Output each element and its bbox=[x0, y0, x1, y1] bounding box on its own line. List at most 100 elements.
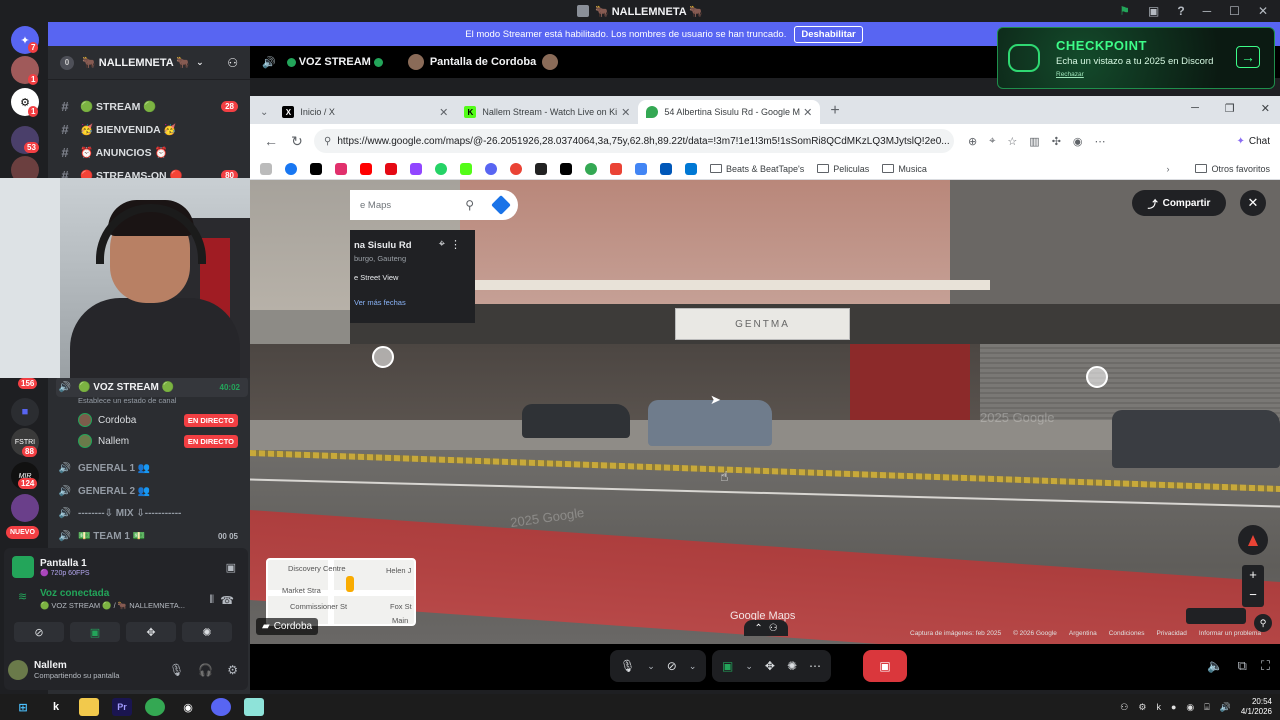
extension-icon[interactable]: ▥ bbox=[1029, 135, 1039, 148]
kick-icon[interactable] bbox=[460, 162, 472, 175]
tab-x[interactable]: X Inicio / X ✕ bbox=[274, 100, 456, 124]
x-icon[interactable] bbox=[310, 162, 322, 175]
mini-map[interactable]: Discovery Centre Market Stra Commissione… bbox=[266, 558, 416, 626]
bookmark-icon[interactable] bbox=[510, 162, 522, 175]
voice-channel-voz-stream[interactable]: 🔊 🟢 VOZ STREAM 🟢 40:02 bbox=[56, 377, 248, 397]
chevron-down-icon[interactable]: ⌄ bbox=[647, 661, 655, 672]
close-icon[interactable]: ✕ bbox=[1240, 190, 1266, 216]
chrome-icon[interactable] bbox=[145, 698, 165, 716]
bookmark-icon[interactable] bbox=[660, 162, 672, 175]
translate-icon[interactable] bbox=[635, 162, 647, 175]
inbox-icon[interactable]: ▣ bbox=[1148, 4, 1159, 18]
footer-item[interactable]: Informar un problema bbox=[1199, 630, 1261, 637]
bookmark-folder[interactable]: Peliculas bbox=[817, 164, 869, 174]
chevron-down-icon[interactable]: ⌄ bbox=[745, 661, 753, 672]
minimize-icon[interactable]: ─ bbox=[1203, 4, 1212, 18]
whatsapp-icon[interactable] bbox=[435, 162, 447, 175]
close-tab-icon[interactable]: ✕ bbox=[621, 106, 630, 119]
premiere-icon[interactable]: Pr bbox=[112, 698, 132, 716]
restore-icon[interactable]: ❐ bbox=[1225, 102, 1235, 115]
pegman-icon[interactable] bbox=[346, 576, 354, 592]
more-dates-link[interactable]: Ver más fechas bbox=[354, 298, 475, 307]
voice-channel-general-1[interactable]: 🔊 GENERAL 1 👥 bbox=[56, 458, 246, 478]
channel-bienvenida[interactable]: # 🥳 BIENVENIDA 🥳 bbox=[56, 119, 246, 139]
popout-icon[interactable]: ⧉ bbox=[1238, 658, 1247, 674]
avatar[interactable] bbox=[8, 660, 28, 680]
chevron-down-icon[interactable]: ⌄ bbox=[689, 661, 697, 672]
youtube-icon[interactable] bbox=[360, 162, 372, 175]
headset-icon[interactable]: 🎧 bbox=[198, 663, 213, 677]
stop-stream-icon[interactable]: ▣ bbox=[226, 561, 236, 574]
network-icon[interactable]: ⌸ bbox=[1204, 702, 1209, 713]
profile-icon[interactable]: ◉ bbox=[1073, 135, 1083, 148]
fullscreen-icon[interactable]: ⛶ bbox=[1261, 658, 1270, 674]
tiktok-icon[interactable] bbox=[560, 162, 572, 175]
maps-icon[interactable] bbox=[585, 162, 597, 175]
footer-item[interactable]: Argentina bbox=[1069, 630, 1097, 637]
street-view-toggle[interactable]: ⌃ ⚇ bbox=[744, 620, 788, 636]
voice-user-nallem[interactable]: Nallem EN DIRECTO bbox=[78, 431, 240, 451]
checkpoint-card[interactable]: CHECKPOINT Echa un vistazo a tu 2025 en … bbox=[997, 27, 1275, 89]
discord-app-icon[interactable] bbox=[211, 698, 231, 716]
netflix-icon[interactable] bbox=[385, 162, 397, 175]
tab-kick[interactable]: K Nallem Stream - Watch Live on Ki ✕ bbox=[456, 100, 638, 124]
chevron-right-icon[interactable]: › bbox=[1166, 164, 1169, 174]
layers-thumbnails[interactable] bbox=[1186, 608, 1246, 624]
file-explorer-icon[interactable] bbox=[79, 698, 99, 716]
location-icon[interactable]: ⌖ bbox=[989, 135, 995, 148]
minimize-icon[interactable]: ─ bbox=[1191, 102, 1199, 115]
tray-icon[interactable]: k bbox=[1156, 702, 1161, 712]
tray-icon[interactable]: ◉ bbox=[1186, 702, 1194, 713]
tab-google-maps[interactable]: 54 Albertina Sisulu Rd - Google M ✕ bbox=[638, 100, 821, 124]
zoom-in-icon[interactable]: + bbox=[1242, 565, 1264, 585]
screen-share-icon[interactable]: ▣ bbox=[722, 659, 733, 673]
voice-channel-mix[interactable]: 🔊 --------⇩ MIX ⇩----------- bbox=[56, 503, 246, 523]
other-favorites[interactable]: › Otros favoritos bbox=[1166, 164, 1270, 174]
footer-item[interactable]: Condiciones bbox=[1109, 630, 1145, 637]
camera-off-icon[interactable]: ⊘ bbox=[667, 659, 677, 673]
voice-user-cordoba[interactable]: Cordoba EN DIRECTO bbox=[78, 410, 240, 430]
zoom-icon[interactable]: ⊕ bbox=[968, 135, 977, 148]
search-icon[interactable]: ⚲ bbox=[465, 198, 474, 212]
tab-list-icon[interactable]: ⌄ bbox=[260, 107, 268, 118]
puzzle-icon[interactable]: ✣ bbox=[1052, 135, 1061, 148]
kick-app-icon[interactable]: k bbox=[46, 698, 66, 716]
checkpoint-dismiss[interactable]: Rechazar bbox=[1056, 71, 1084, 78]
bookmark-folder[interactable]: Musica bbox=[882, 164, 927, 174]
zoom-out-icon[interactable]: − bbox=[1242, 585, 1264, 605]
street-view-panorama[interactable]: GENTMA 2025 Google 2025 Google e Maps ⚲ … bbox=[250, 180, 1280, 644]
microphone-icon[interactable]: 🎙 bbox=[620, 659, 635, 673]
maps-search-input[interactable]: e Maps bbox=[360, 200, 391, 211]
channel-stream[interactable]: # 🟢 STREAM 🟢 28 bbox=[56, 96, 246, 116]
flag-icon[interactable]: ⚑ bbox=[1119, 4, 1130, 18]
tray-icon[interactable]: ⚇ bbox=[1120, 702, 1128, 713]
maximize-icon[interactable]: ☐ bbox=[1229, 4, 1240, 18]
site-info-icon[interactable]: ⚲ bbox=[324, 136, 331, 147]
app-icon[interactable] bbox=[244, 698, 264, 716]
windows-start-icon[interactable]: ⊞ bbox=[13, 698, 33, 716]
arrow-right-icon[interactable]: → bbox=[1236, 46, 1260, 68]
disconnect-icon[interactable]: ☎ bbox=[220, 594, 234, 607]
tray-icon[interactable]: ⚙ bbox=[1138, 702, 1146, 713]
menu-icon[interactable]: ⋯ bbox=[1095, 135, 1106, 148]
activities-icon[interactable]: ✥ bbox=[765, 659, 775, 673]
server-header[interactable]: 0 🐂 NALLEMNETA 🐂 ⌄ ⚇ bbox=[48, 46, 250, 80]
volume-icon[interactable]: 🔊 bbox=[1220, 702, 1231, 713]
volume-mute-icon[interactable]: 🔈 bbox=[1207, 658, 1223, 674]
camera-off-button[interactable]: ⊘ bbox=[14, 622, 64, 642]
more-vert-icon[interactable]: ⋮ bbox=[450, 238, 461, 251]
reload-icon[interactable]: ↻ bbox=[284, 133, 310, 150]
channel-anuncios[interactable]: # ⏰ ANUNCIOS ⏰ bbox=[56, 142, 246, 162]
back-icon[interactable]: ← bbox=[258, 133, 284, 149]
activities-button[interactable]: ✥ bbox=[126, 622, 176, 642]
place-marker-icon[interactable] bbox=[1086, 366, 1108, 388]
place-marker-icon[interactable] bbox=[372, 346, 394, 368]
voice-channel-general-2[interactable]: 🔊 GENERAL 2 👥 bbox=[56, 481, 246, 501]
share-button[interactable]: ⤴ Compartir bbox=[1132, 190, 1226, 216]
twitch-icon[interactable] bbox=[410, 162, 422, 175]
bookmark-star-icon[interactable]: ☆ bbox=[1007, 135, 1017, 148]
noise-icon[interactable]: ⫴ bbox=[209, 594, 214, 607]
directions-icon[interactable] bbox=[491, 195, 511, 215]
stream-card[interactable]: Pantalla 1 🟣 720p 60FPS ▣ bbox=[12, 552, 240, 582]
gmail-icon[interactable] bbox=[610, 162, 622, 175]
